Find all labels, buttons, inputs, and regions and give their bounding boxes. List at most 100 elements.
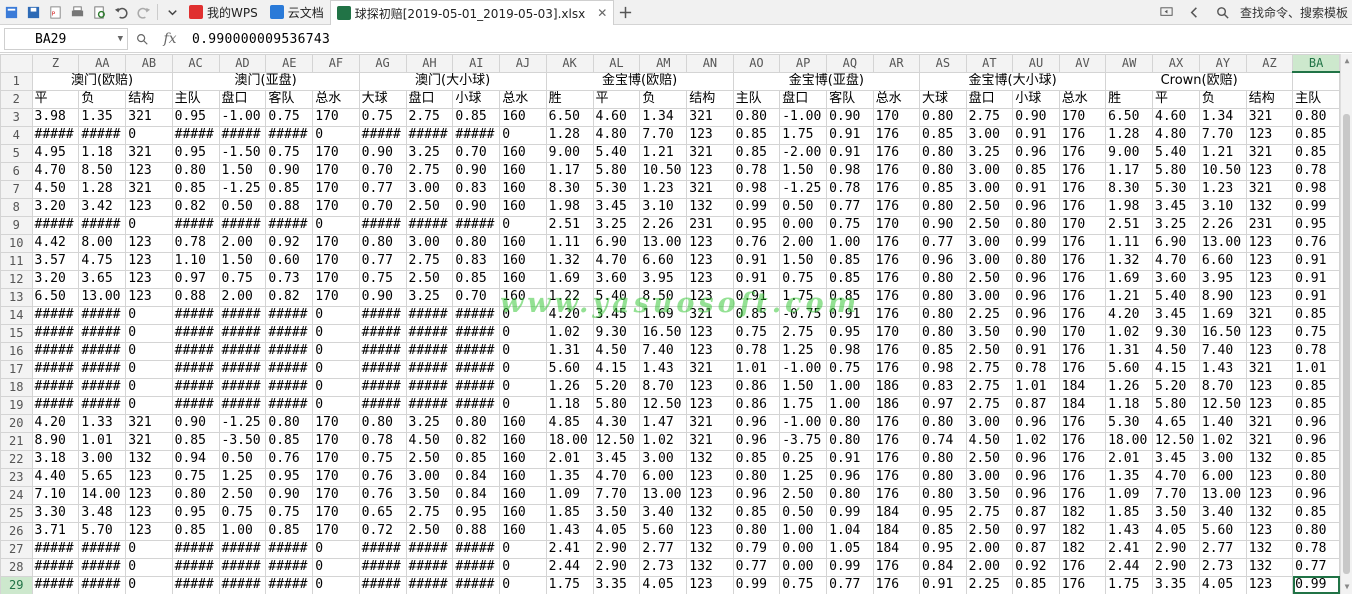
cell[interactable]: 5.20: [592, 377, 641, 397]
cell[interactable]: 176: [872, 197, 921, 217]
cell[interactable]: 0.75: [218, 503, 267, 523]
cell[interactable]: 0.80: [826, 485, 874, 505]
cell[interactable]: #####: [405, 323, 454, 343]
cell[interactable]: 0: [499, 125, 547, 145]
cell[interactable]: 123: [1245, 467, 1294, 487]
cell[interactable]: 123: [125, 251, 173, 271]
cell[interactable]: #####: [31, 125, 80, 145]
column-header[interactable]: AF: [312, 54, 360, 73]
cell[interactable]: 0.80: [1012, 215, 1060, 235]
row-header[interactable]: 8: [0, 197, 33, 217]
row-header[interactable]: 27: [0, 539, 33, 559]
cell[interactable]: #####: [78, 341, 127, 361]
cell[interactable]: 176: [1058, 125, 1107, 145]
cell[interactable]: 0: [312, 215, 360, 235]
cell[interactable]: 2.00: [779, 233, 828, 253]
cell[interactable]: 176: [1058, 449, 1107, 469]
cell[interactable]: 176: [872, 359, 921, 379]
cell[interactable]: 0.85: [171, 179, 220, 199]
cell[interactable]: 0.80: [1292, 107, 1340, 127]
cell[interactable]: 4.30: [592, 413, 641, 433]
cell[interactable]: 1.00: [779, 521, 828, 541]
cell[interactable]: 170: [312, 467, 360, 487]
cell[interactable]: 0.85: [1292, 125, 1340, 145]
cell[interactable]: 9.30: [1152, 323, 1200, 343]
sub-header-cell[interactable]: 小球: [452, 89, 501, 109]
cell[interactable]: 176: [1058, 359, 1107, 379]
cell[interactable]: 0.76: [358, 485, 407, 505]
cell[interactable]: #####: [265, 575, 314, 594]
cell[interactable]: 176: [872, 305, 921, 325]
row-header[interactable]: 10: [0, 233, 33, 253]
cell[interactable]: 2.00: [965, 539, 1014, 559]
cell[interactable]: 123: [1245, 395, 1294, 415]
cell[interactable]: 3.50: [592, 503, 641, 523]
cell[interactable]: 4.85: [545, 413, 594, 433]
cell[interactable]: #####: [265, 539, 314, 559]
cell[interactable]: #####: [452, 557, 501, 577]
cell[interactable]: 0.80: [1012, 251, 1060, 271]
cell[interactable]: #####: [218, 323, 267, 343]
cell[interactable]: 0.85: [1012, 161, 1060, 181]
cell[interactable]: 123: [1245, 251, 1294, 271]
cell[interactable]: 0.88: [452, 521, 501, 541]
cell[interactable]: 176: [1058, 143, 1107, 163]
cell[interactable]: 3.60: [1152, 269, 1200, 289]
cell[interactable]: 0.85: [732, 143, 781, 163]
cell[interactable]: 1.05: [826, 539, 874, 559]
row-header[interactable]: 6: [0, 161, 33, 181]
cell[interactable]: 160: [499, 107, 547, 127]
cell[interactable]: 321: [125, 179, 173, 199]
cell[interactable]: #####: [218, 215, 267, 235]
cell[interactable]: 4.05: [639, 575, 688, 594]
name-box[interactable]: BA29 ▼: [4, 28, 128, 50]
cell[interactable]: 176: [1058, 341, 1107, 361]
cell[interactable]: 1.35: [78, 107, 127, 127]
cell[interactable]: 182: [1058, 539, 1107, 559]
cell[interactable]: 0.99: [826, 557, 874, 577]
column-header[interactable]: AB: [125, 54, 173, 73]
cell[interactable]: 0: [125, 305, 173, 325]
sub-header-cell[interactable]: 主队: [171, 89, 220, 109]
cell[interactable]: 0.80: [919, 269, 967, 289]
cell[interactable]: 0.80: [919, 485, 967, 505]
cell[interactable]: 160: [499, 251, 547, 271]
new-tab-icon[interactable]: [614, 1, 636, 23]
cell[interactable]: 0.96: [826, 467, 874, 487]
cell[interactable]: 4.05: [1152, 521, 1200, 541]
cell[interactable]: 1.75: [545, 575, 594, 594]
cell[interactable]: 7.70: [1198, 125, 1247, 145]
cell[interactable]: 0.60: [265, 251, 314, 271]
cell[interactable]: 5.70: [78, 521, 127, 541]
cell[interactable]: 0.83: [452, 179, 501, 199]
cell[interactable]: #####: [171, 377, 220, 397]
cell[interactable]: 2.26: [1198, 215, 1247, 235]
cell[interactable]: #####: [452, 575, 501, 594]
cell[interactable]: 3.50: [965, 323, 1014, 343]
cell[interactable]: #####: [405, 557, 454, 577]
cell[interactable]: 2.75: [965, 107, 1014, 127]
cell[interactable]: #####: [358, 575, 407, 594]
cell[interactable]: 132: [1245, 503, 1294, 523]
cell[interactable]: 0.92: [1012, 557, 1060, 577]
cell[interactable]: 176: [872, 485, 921, 505]
cell[interactable]: 0.80: [826, 413, 874, 433]
cell[interactable]: -3.50: [218, 431, 267, 451]
cell[interactable]: 186: [872, 395, 921, 415]
cell[interactable]: 0: [125, 215, 173, 235]
sub-header-cell[interactable]: 平: [31, 89, 80, 109]
cell[interactable]: 2.90: [1152, 539, 1200, 559]
cell[interactable]: 0.80: [358, 413, 407, 433]
cell[interactable]: 123: [1245, 377, 1294, 397]
cell[interactable]: 8.70: [639, 377, 688, 397]
cell[interactable]: 0.80: [919, 305, 967, 325]
cell[interactable]: 3.45: [592, 449, 641, 469]
sub-header-cell[interactable]: 盘口: [965, 89, 1014, 109]
cell[interactable]: 1.01: [732, 359, 781, 379]
cell[interactable]: -1.50: [218, 143, 267, 163]
cell[interactable]: 176: [872, 341, 921, 361]
cell[interactable]: 0.75: [779, 575, 828, 594]
cell[interactable]: #####: [78, 215, 127, 235]
cell[interactable]: 170: [312, 233, 360, 253]
cell[interactable]: #####: [358, 377, 407, 397]
